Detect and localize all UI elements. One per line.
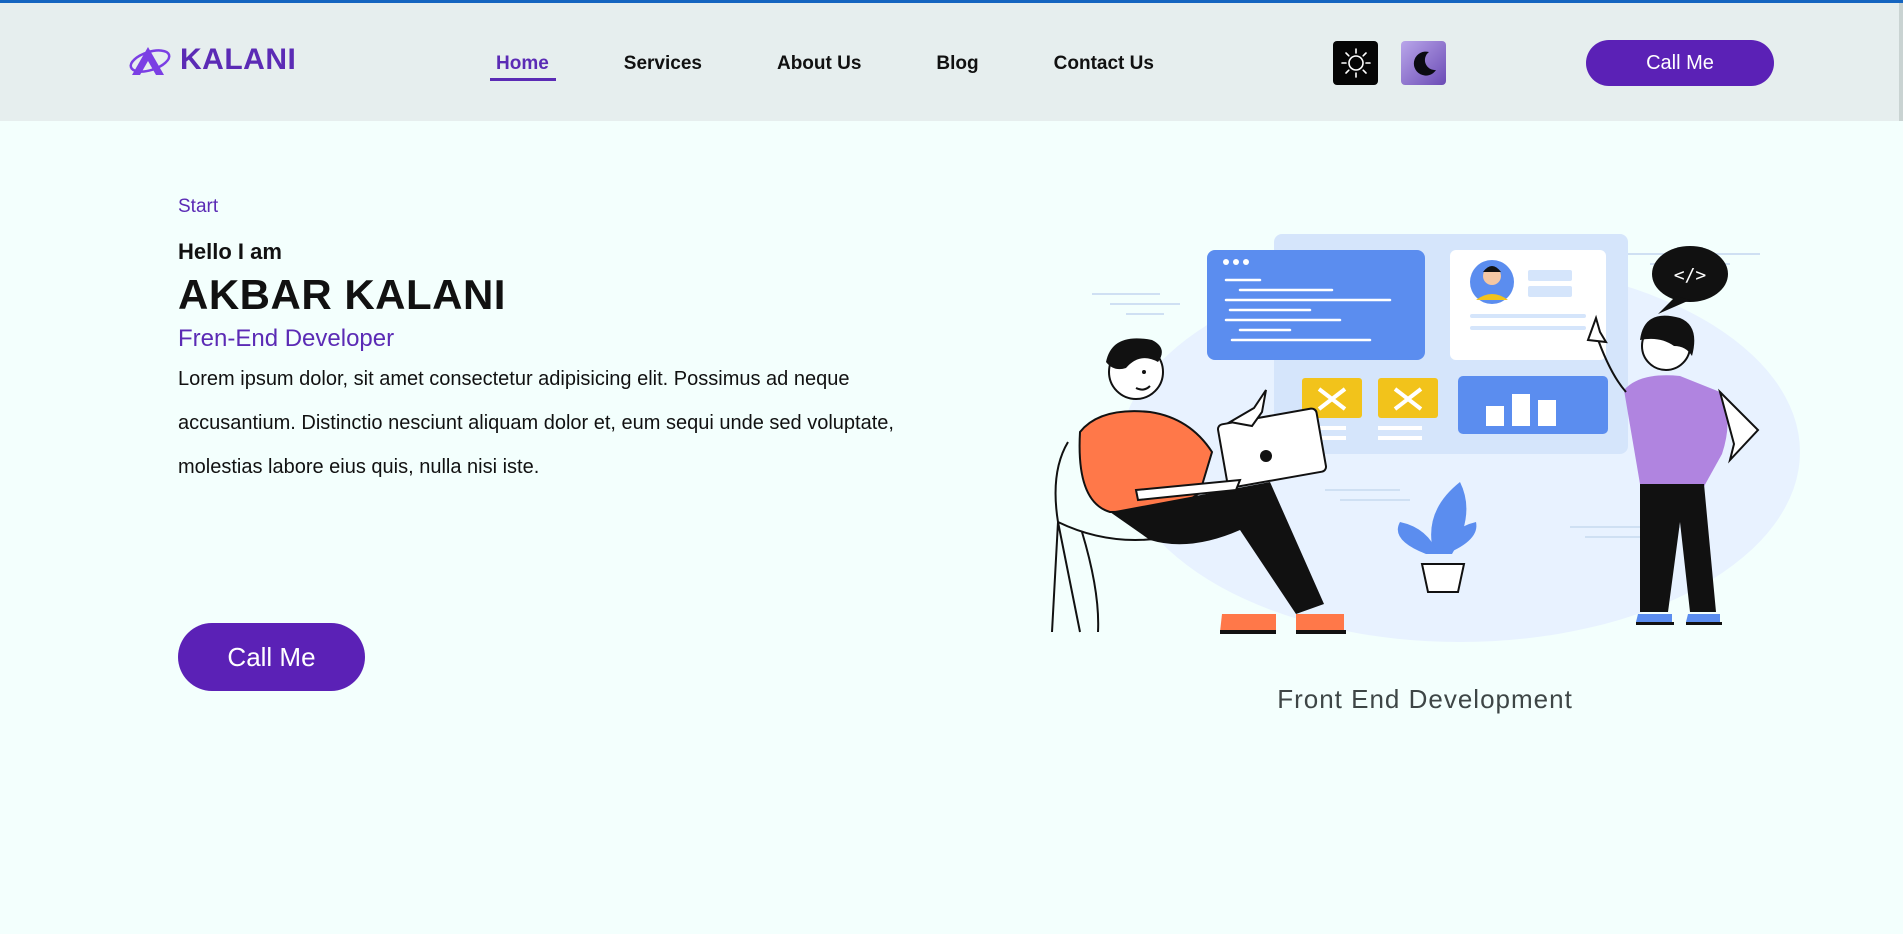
moon-icon bbox=[1413, 51, 1436, 76]
main-nav: Home Services About Us Blog Contact Us bbox=[490, 51, 1223, 81]
logo-text: KALANI bbox=[180, 43, 297, 76]
illustration-caption: Front End Development bbox=[1277, 684, 1573, 714]
nav-contact-us[interactable]: Contact Us bbox=[1048, 51, 1161, 81]
hero-illustration: </> bbox=[1040, 222, 1810, 642]
nav-home[interactable]: Home bbox=[490, 51, 556, 81]
front-end-development-illustration: </> bbox=[1051, 234, 1800, 642]
nav-services[interactable]: Services bbox=[618, 51, 709, 81]
nav-about-us[interactable]: About Us bbox=[771, 51, 868, 81]
hero-description: Lorem ipsum dolor, sit amet consectetur … bbox=[178, 368, 894, 478]
header-call-me-button[interactable]: Call Me bbox=[1586, 40, 1774, 86]
nav-blog[interactable]: Blog bbox=[930, 51, 985, 81]
scrollbar[interactable] bbox=[1899, 3, 1903, 121]
hero-name: AKBAR KALANI bbox=[178, 271, 506, 318]
site-header: KALANI Home Services About Us Blog Conta… bbox=[0, 3, 1899, 121]
logo[interactable]: KALANI bbox=[128, 43, 296, 77]
hero-call-me-button[interactable]: Call Me bbox=[178, 623, 365, 691]
sun-icon bbox=[1340, 48, 1371, 78]
logo-icon bbox=[129, 47, 171, 75]
code-tag-icon: </> bbox=[1674, 265, 1707, 286]
hero-greeting: Hello I am bbox=[178, 239, 282, 264]
dark-theme-button[interactable] bbox=[1401, 41, 1446, 85]
light-theme-button[interactable] bbox=[1333, 41, 1378, 85]
hero-role: Fren-End Developer bbox=[178, 325, 395, 352]
hero-eyebrow: Start bbox=[178, 196, 219, 217]
hero-section: Start Hello I am AKBAR KALANI Fren-End D… bbox=[178, 196, 978, 489]
